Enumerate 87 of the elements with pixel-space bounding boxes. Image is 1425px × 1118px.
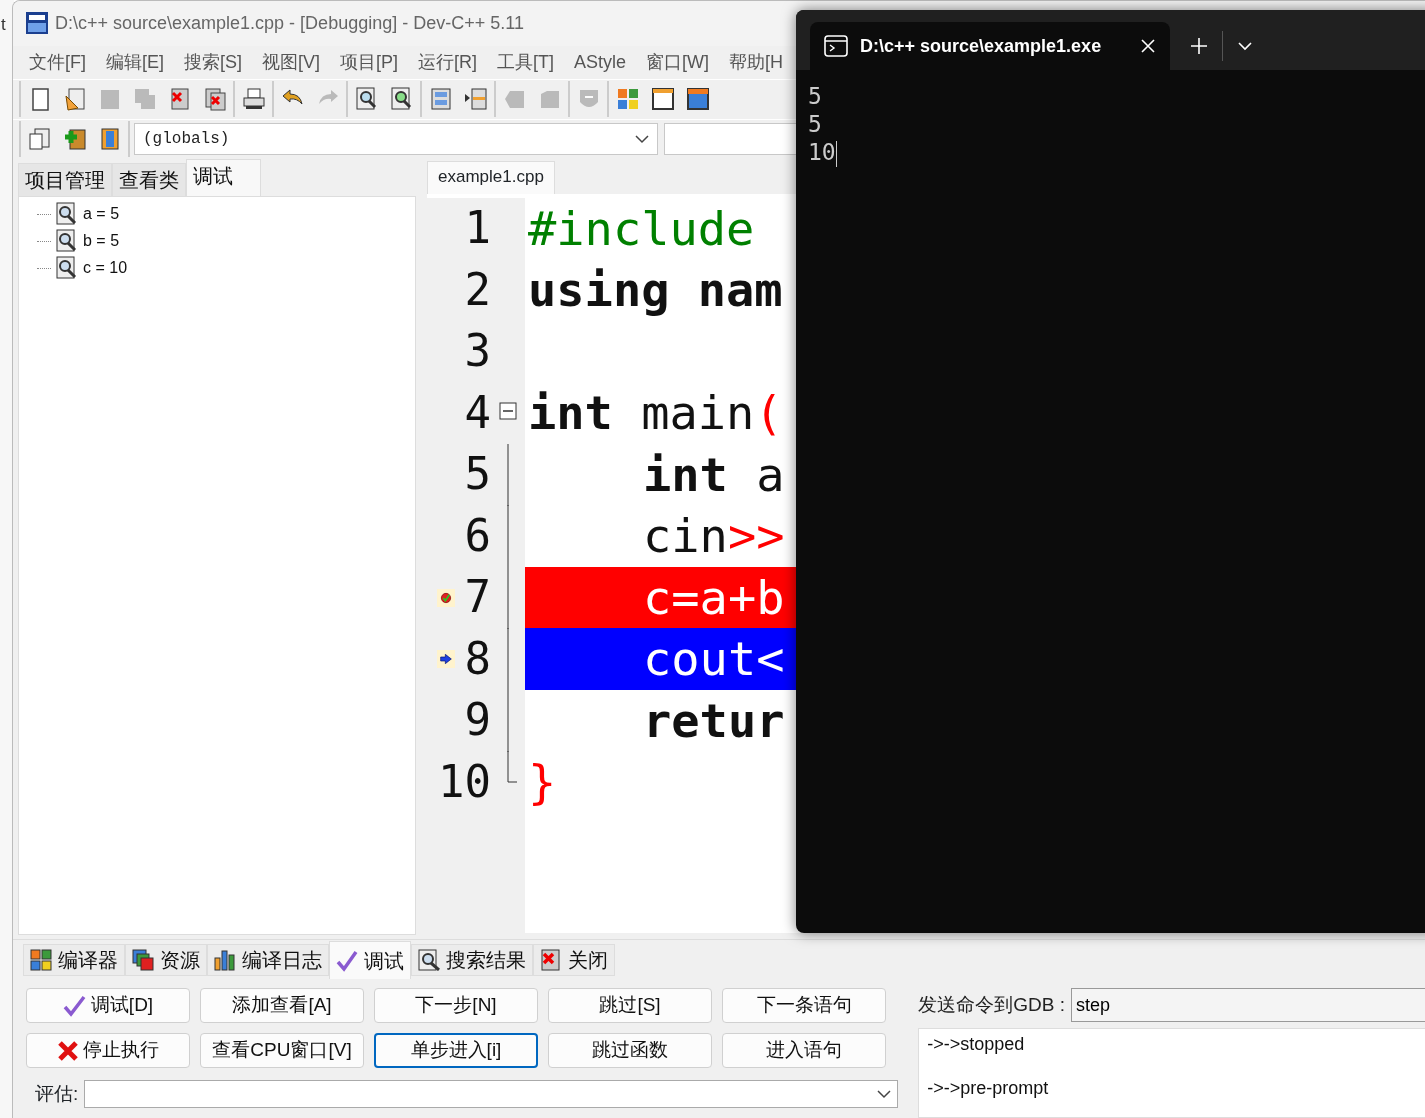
menu-item[interactable]: 工具[T] <box>487 48 565 76</box>
evaluate-field[interactable] <box>84 1080 899 1109</box>
panel-tab[interactable]: 搜索结果 <box>411 944 533 976</box>
line-number: 2 <box>463 262 491 317</box>
panel-tab[interactable]: 项目管理 <box>18 162 112 196</box>
menu-item[interactable]: 文件[F] <box>19 48 96 76</box>
debug-button[interactable]: 进入语句 <box>722 1033 886 1068</box>
document-icon[interactable] <box>26 126 53 153</box>
menu-item[interactable]: 窗口[W] <box>636 48 720 76</box>
check-icon <box>336 949 358 972</box>
line-number: 4 <box>463 385 491 440</box>
line-number: 8 <box>463 631 491 686</box>
x-icon <box>57 1039 79 1062</box>
code-line: } <box>527 753 558 812</box>
output-line: 5 <box>808 111 822 137</box>
field-label: 评估: <box>35 1082 79 1106</box>
chevron-down-icon <box>877 1089 892 1100</box>
code-line: #include <box>527 199 756 258</box>
squares-icon <box>132 949 154 971</box>
menu-item[interactable]: 视图[V] <box>252 48 331 76</box>
code-line: using nam <box>527 261 784 320</box>
debug-button[interactable]: 单步进入[i] <box>374 1033 538 1068</box>
output-line: 10 <box>808 139 836 165</box>
code-line: int a <box>642 445 786 504</box>
panel-tab[interactable]: 调试 <box>186 158 261 196</box>
panel-tab[interactable]: 关闭 <box>533 944 615 976</box>
list-icon[interactable] <box>462 86 489 113</box>
close-icon[interactable] <box>1140 38 1156 54</box>
code-line: retur <box>642 691 786 750</box>
output-line: 5 <box>808 83 822 109</box>
scope-dropdown[interactable]: (globals) <box>134 123 658 156</box>
menu-item[interactable]: 运行[R] <box>408 48 488 76</box>
watch-icon <box>55 229 79 254</box>
watch-item[interactable]: c = 10 <box>83 256 128 281</box>
window-title: t <box>1 14 6 36</box>
app-icon <box>25 11 49 36</box>
window-title: D:\c++ source\example1.cpp - [Debugging] - Dev-C++ 5.11 <box>55 11 524 35</box>
line-number: 9 <box>463 693 491 748</box>
command-field[interactable]: step <box>1071 988 1425 1022</box>
terminal-icon <box>824 35 848 57</box>
search-icon <box>418 949 440 971</box>
menu-item[interactable]: 帮助[H <box>719 48 794 76</box>
fold-minus-icon[interactable] <box>499 402 517 421</box>
line-number: 1 <box>463 201 491 256</box>
line-number: 10 <box>437 754 491 809</box>
debug-button[interactable]: 查看CPU窗口[V] <box>200 1033 364 1068</box>
debug-button[interactable]: 停止执行 <box>26 1033 190 1068</box>
check-icon <box>62 994 87 1017</box>
grid-icon <box>30 949 52 971</box>
debug-button[interactable]: 下一步[N] <box>374 988 538 1023</box>
close-document-icon <box>540 949 562 971</box>
watch-icon <box>55 256 79 281</box>
chevron-down-icon[interactable] <box>1237 41 1253 51</box>
panel-tab[interactable]: 编译日志 <box>207 944 329 976</box>
menu-item[interactable]: AStyle <box>564 48 637 76</box>
debug-button[interactable]: 下一条语句 <box>722 988 886 1023</box>
output-line: ->->stopped <box>927 1033 1026 1055</box>
watch-item[interactable]: a = 5 <box>83 202 120 227</box>
debug-button[interactable]: 添加查看[A] <box>200 988 364 1023</box>
debug-button[interactable]: 跳过[S] <box>548 988 712 1023</box>
line-number: 6 <box>463 508 491 563</box>
plus-icon[interactable] <box>1190 37 1208 55</box>
line-number: 7 <box>463 570 491 625</box>
file-tab[interactable]: example1.cpp <box>427 160 555 194</box>
field-label: 发送命令到GDB : <box>918 992 1065 1017</box>
debug-button[interactable]: 跳过函数 <box>548 1033 712 1068</box>
window-icon[interactable] <box>649 86 676 113</box>
code-line: int main( <box>527 384 784 443</box>
watch-icon <box>55 202 79 227</box>
panel-tab[interactable]: 查看类 <box>112 162 186 196</box>
panel-tab[interactable]: 资源 <box>125 944 207 976</box>
watch-item[interactable]: b = 5 <box>83 229 120 254</box>
line-number: 3 <box>463 324 491 379</box>
text-cursor <box>835 140 837 167</box>
output-line: ->->pre-prompt <box>927 1077 1050 1099</box>
menu-item[interactable]: 搜索[S] <box>174 48 253 76</box>
debug-button[interactable]: 调试[D] <box>26 988 190 1023</box>
line-number: 5 <box>463 447 491 502</box>
bar-chart-icon <box>214 949 236 971</box>
chevron-down-icon <box>635 134 649 145</box>
code-line: cin>> <box>642 507 786 566</box>
window-icon[interactable] <box>684 86 711 113</box>
menu-item[interactable]: 编辑[E] <box>96 48 174 76</box>
menu-item[interactable]: 项目[P] <box>330 48 409 76</box>
panel-tab[interactable]: 编译器 <box>23 944 125 976</box>
terminal-tab[interactable]: D:\c++ source\example1.exe <box>810 22 1170 70</box>
panel-tab[interactable]: 调试 <box>329 941 411 979</box>
